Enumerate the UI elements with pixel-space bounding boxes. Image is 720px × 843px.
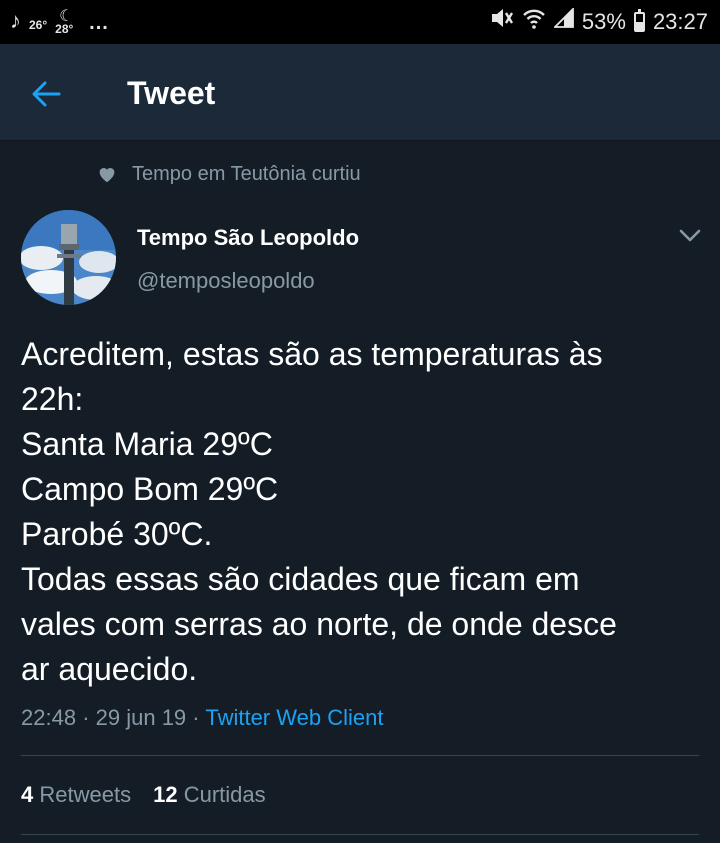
mute-icon: [490, 7, 514, 37]
tweet-text-line: vales com serras ao norte, de onde desce: [21, 606, 617, 642]
status-bar-right: 53% 23:27: [490, 6, 708, 37]
retweets-label: Retweets: [39, 782, 132, 807]
meta-separator: ·: [192, 705, 200, 730]
tweet-text: Acreditem, estas são as temperaturas às …: [21, 332, 711, 692]
likes-count: 12: [153, 782, 178, 807]
app-bar: Tweet: [0, 44, 720, 141]
tweet-text-line: Santa Maria 29ºC: [21, 426, 273, 462]
battery-percent: 53%: [581, 9, 626, 34]
tweet-text-line: Todas essas são cidades que ficam em: [21, 561, 580, 597]
divider: [21, 834, 699, 835]
tweet-text-line: 22h:: [21, 381, 84, 417]
signal-icon: [552, 6, 574, 36]
likes-label: Curtidas: [183, 782, 266, 807]
retweets-stat[interactable]: 4 Retweets: [21, 782, 131, 807]
retweets-count: 4: [21, 782, 34, 807]
author-handle[interactable]: @temposleopoldo: [137, 267, 315, 295]
tweet-text-line: Campo Bom 29ºC: [21, 471, 279, 507]
status-bar-left: ♪ 26° ☾ 28° ...: [10, 8, 109, 38]
divider: [21, 755, 699, 756]
likes-stat[interactable]: 12 Curtidas: [153, 782, 266, 807]
author-name[interactable]: Tempo São Leopoldo: [137, 224, 359, 252]
social-context[interactable]: Tempo em Teutônia curtiu: [96, 161, 361, 187]
wifi-icon: [522, 7, 546, 37]
tweet-date: 29 jun 19: [95, 705, 187, 730]
tweet-time: 22:48: [21, 705, 77, 730]
current-temperature: 26°: [29, 18, 48, 32]
battery-icon: [633, 9, 645, 32]
status-bar: ♪ 26° ☾ 28° ... 53% 23:27: [0, 0, 720, 44]
page-title: Tweet: [127, 75, 216, 111]
tweet-client-link[interactable]: Twitter Web Client: [205, 705, 383, 730]
tweet-meta: 22:48 · 29 jun 19 · Twitter Web Client: [21, 704, 383, 732]
more-notifications: ...: [89, 12, 109, 34]
social-context-text: Tempo em Teutônia curtiu: [132, 163, 361, 185]
tweet-text-line: Parobé 30ºC.: [21, 516, 213, 552]
heart-icon: [99, 168, 115, 183]
night-weather: ☾ 28°: [55, 8, 81, 38]
avatar[interactable]: [21, 210, 116, 305]
battery-fill: [635, 21, 643, 30]
back-button[interactable]: [24, 72, 68, 116]
tweet-stats: 4 Retweets 12 Curtidas: [21, 781, 266, 809]
tweet-text-line: ar aquecido.: [21, 651, 198, 687]
music-note-icon: ♪: [10, 8, 21, 33]
chevron-down-icon: [679, 229, 701, 242]
status-time: 23:27: [652, 9, 708, 34]
meta-separator: ·: [82, 705, 90, 730]
tweet-options-button[interactable]: [672, 222, 708, 250]
night-temperature: 28°: [55, 22, 74, 36]
tweet-text-line: Acreditem, estas são as temperaturas às: [21, 336, 603, 372]
back-arrow-icon: [32, 81, 61, 107]
